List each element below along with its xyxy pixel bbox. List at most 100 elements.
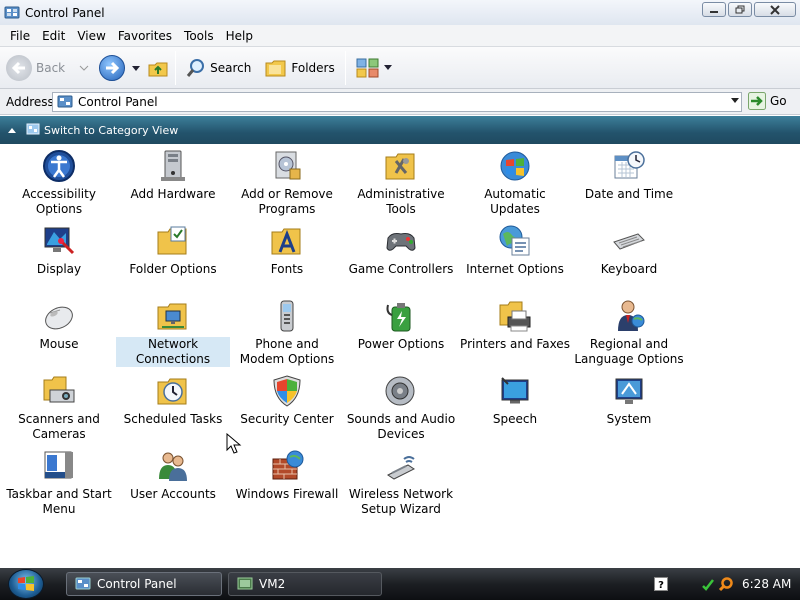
item-date-and-time[interactable]: Date and Time [572,149,686,202]
menu-help[interactable]: Help [220,29,259,43]
item-game-controllers[interactable]: Game Controllers [344,224,458,277]
item-internet-options[interactable]: Internet Options [458,224,572,277]
fonts-icon [271,228,301,255]
address-field[interactable]: Control Panel [52,92,742,112]
toolbar: Back Search Folders [0,47,800,89]
forward-dropdown-icon[interactable] [131,64,141,72]
go-button[interactable]: Go [748,92,787,110]
item-system[interactable]: System [572,374,686,427]
item-fonts[interactable]: Fonts [230,224,344,277]
address-dropdown-icon[interactable] [731,98,739,103]
close-icon [770,4,780,15]
network-status-icon[interactable] [700,576,716,592]
item-keyboard[interactable]: Keyboard [572,224,686,277]
menu-bar: File Edit View Favorites Tools Help [0,25,800,47]
item-network-connections[interactable]: Network Connections [116,299,230,367]
minimize-button[interactable] [702,2,726,17]
power-options-icon [386,303,411,332]
menu-tools[interactable]: Tools [178,29,220,43]
menu-edit[interactable]: Edit [36,29,71,43]
item-windows-firewall[interactable]: Windows Firewall [230,449,344,502]
item-label: Printers and Faxes [460,337,570,351]
phone-modem-icon [280,300,294,332]
item-add-remove-programs[interactable]: Add or Remove Programs [230,149,344,217]
item-label: Fonts [270,262,304,276]
views-button[interactable] [352,57,396,79]
switch-category-view-link[interactable]: Switch to Category View [44,124,178,137]
toolbar-separator [175,50,177,85]
history-dropdown-icon[interactable] [79,64,89,72]
go-label: Go [770,94,787,108]
taskbar-button-vm2[interactable]: VM2 [228,572,382,596]
control-panel-icon [4,6,20,18]
date-time-icon [614,151,645,179]
item-scanners-and-cameras[interactable]: Scanners and Cameras [2,374,116,442]
system-tray: ? 6:28 AM [646,572,800,596]
folders-button[interactable]: Folders [261,58,338,78]
item-label: Taskbar and Start Menu [6,487,112,516]
folders-label: Folders [291,60,335,75]
toolbar-separator-2 [344,50,346,85]
minimize-icon [710,10,718,13]
menu-file[interactable]: File [4,29,36,43]
search-label: Search [210,60,252,75]
security-center-icon [273,375,301,407]
menu-view[interactable]: View [71,29,111,43]
search-icon [186,58,205,77]
item-user-accounts[interactable]: User Accounts [116,449,230,502]
menu-favorites[interactable]: Favorites [112,29,178,43]
search-tray-icon[interactable] [718,576,734,592]
item-label: Security Center [240,412,334,426]
item-regional-and-language-options[interactable]: Regional and Language Options [572,299,686,367]
forward-button[interactable] [99,54,126,81]
item-add-hardware[interactable]: Add Hardware [116,149,230,202]
taskbar-clock[interactable]: 6:28 AM [742,577,791,591]
views-dropdown-icon [383,64,392,70]
item-speech[interactable]: Speech [458,374,572,427]
maximize-button[interactable] [728,2,752,17]
item-taskbar-and-start-menu[interactable]: Taskbar and Start Menu [2,449,116,517]
keyboard-icon [613,233,645,250]
wireless-network-icon [387,456,415,480]
help-icon[interactable]: ? [654,577,668,591]
speech-icon [501,377,529,404]
item-phone-and-modem-options[interactable]: Phone and Modem Options [230,299,344,367]
add-remove-programs-icon [275,151,301,180]
scanners-cameras-icon [43,376,75,403]
item-scheduled-tasks[interactable]: Scheduled Tasks [116,374,230,427]
item-label: Date and Time [584,187,674,201]
item-administrative-tools[interactable]: Administrative Tools [344,149,458,217]
close-button[interactable] [754,2,796,17]
game-controllers-icon [386,233,416,251]
taskbar-button-control-panel[interactable]: Control Panel [66,572,222,596]
item-label: Scanners and Cameras [18,412,100,441]
item-security-center[interactable]: Security Center [230,374,344,427]
collapse-arrow-icon[interactable] [8,127,16,133]
item-label: Wireless Network Setup Wizard [348,487,454,516]
item-label: Add Hardware [130,187,216,201]
item-wireless-network-setup-wizard[interactable]: Wireless Network Setup Wizard [344,449,458,517]
search-button[interactable]: Search [182,58,255,78]
start-button[interactable] [8,569,44,599]
item-printers-and-faxes[interactable]: Printers and Faxes [458,299,572,352]
item-mouse[interactable]: Mouse [2,299,116,352]
item-power-options[interactable]: Power Options [344,299,458,352]
add-hardware-icon [161,150,185,181]
item-label: Game Controllers [348,262,454,276]
go-arrow-icon [748,92,766,110]
item-sounds-and-audio-devices[interactable]: Sounds and Audio Devices [344,374,458,442]
item-folder-options[interactable]: Folder Options [116,224,230,277]
back-label: Back [36,60,66,75]
item-display[interactable]: Display [2,224,116,277]
printers-faxes-icon [499,301,531,332]
mouse-icon [45,306,73,330]
item-label: Network Connections [116,337,230,367]
up-folder-icon[interactable] [147,57,169,79]
back-button[interactable]: Back [6,54,66,81]
item-automatic-updates[interactable]: Automatic Updates [458,149,572,217]
taskbar: Control Panel VM2 ? 6:28 AM [0,568,800,600]
window-controls [702,2,796,17]
virtual-machine-icon [237,577,253,590]
administrative-tools-icon [385,153,415,180]
item-accessibility-options[interactable]: Accessibility Options [2,149,116,217]
